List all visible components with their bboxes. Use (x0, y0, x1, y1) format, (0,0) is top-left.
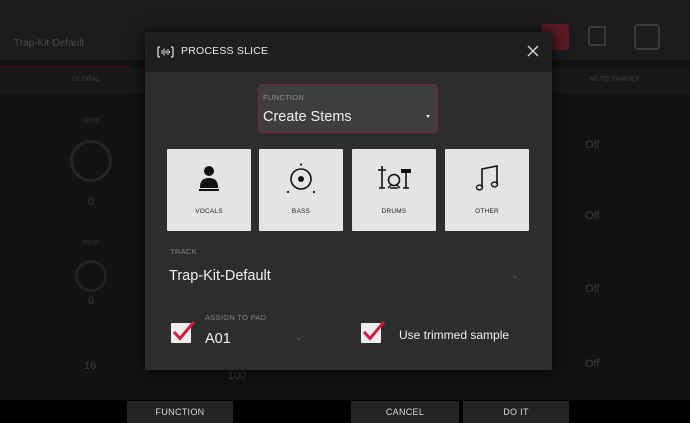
stem-other-button[interactable]: OTHER (445, 149, 529, 231)
background-fine-knob (75, 260, 107, 292)
function-softkey[interactable]: FUNCTION (127, 401, 233, 423)
background-semi-knob (70, 140, 112, 182)
checkmark-icon (172, 320, 195, 341)
background-semi-value: 0 (88, 196, 95, 208)
checkmark-icon (362, 320, 385, 341)
assign-to-pad-checkbox[interactable] (171, 320, 195, 343)
use-trimmed-sample-label: Use trimmed sample (399, 328, 510, 342)
stem-bass-button[interactable]: BASS (259, 149, 343, 231)
background-mute-target-header: MUTE TARGET (590, 76, 640, 83)
chevron-down-icon (297, 338, 301, 341)
background-off-value: Off (585, 210, 600, 222)
stem-drums-button[interactable]: DRUMS (352, 149, 436, 231)
function-dropdown[interactable]: FUNCTION Create Stems (258, 84, 438, 133)
speaker-icon (286, 163, 316, 194)
background-off-value: Off (585, 283, 600, 295)
background-document-name: Trap-Kit-Default (14, 38, 85, 49)
chevron-down-icon (426, 115, 430, 118)
function-label: FUNCTION (263, 93, 305, 102)
dialog-header: PROCESS SLICE (145, 32, 552, 72)
background-global-header: GLOBAL (72, 76, 101, 83)
assign-pad-dropdown[interactable]: A01 (205, 331, 231, 347)
do-it-button[interactable]: DO IT (463, 401, 569, 423)
background-bottom-left-value: 16 (84, 360, 97, 372)
chevron-down-icon (513, 276, 517, 279)
function-value: Create Stems (263, 109, 352, 125)
waveform-icon (157, 46, 174, 58)
background-fine-label: FINE (83, 240, 99, 247)
softkey-bar (0, 400, 690, 423)
stem-vocals-button[interactable]: VOCALS (167, 149, 251, 231)
cancel-button[interactable]: CANCEL (351, 401, 459, 423)
music-note-icon (475, 165, 499, 191)
background-fine-value: 0 (88, 295, 95, 307)
background-off-value: Off (585, 139, 600, 151)
drum-kit-icon (378, 166, 411, 189)
background-trash-icon (588, 26, 606, 46)
dialog-title: PROCESS SLICE (181, 45, 269, 57)
person-icon (199, 166, 219, 191)
use-trimmed-sample-checkbox[interactable] (361, 320, 385, 343)
background-velocity-value: 100 (228, 370, 247, 382)
stem-bass-label: BASS (291, 208, 311, 215)
stem-drums-label: DRUMS (381, 208, 407, 215)
background-off-value: Off (585, 358, 600, 370)
background-semi-label: SEMI (82, 118, 100, 125)
track-dropdown[interactable]: Trap-Kit-Default (169, 268, 271, 284)
assign-to-pad-label: ASSIGN TO PAD (205, 313, 267, 322)
track-label: TRACK (170, 247, 197, 256)
stem-vocals-label: VOCALS (195, 208, 223, 215)
background-menu-icon (634, 24, 660, 50)
background-left-column (28, 96, 148, 381)
process-slice-dialog: PROCESS SLICE FUNCTION Create Stems VOCA… (145, 32, 552, 370)
stem-other-label: OTHER (475, 208, 499, 215)
close-icon[interactable] (523, 41, 543, 61)
